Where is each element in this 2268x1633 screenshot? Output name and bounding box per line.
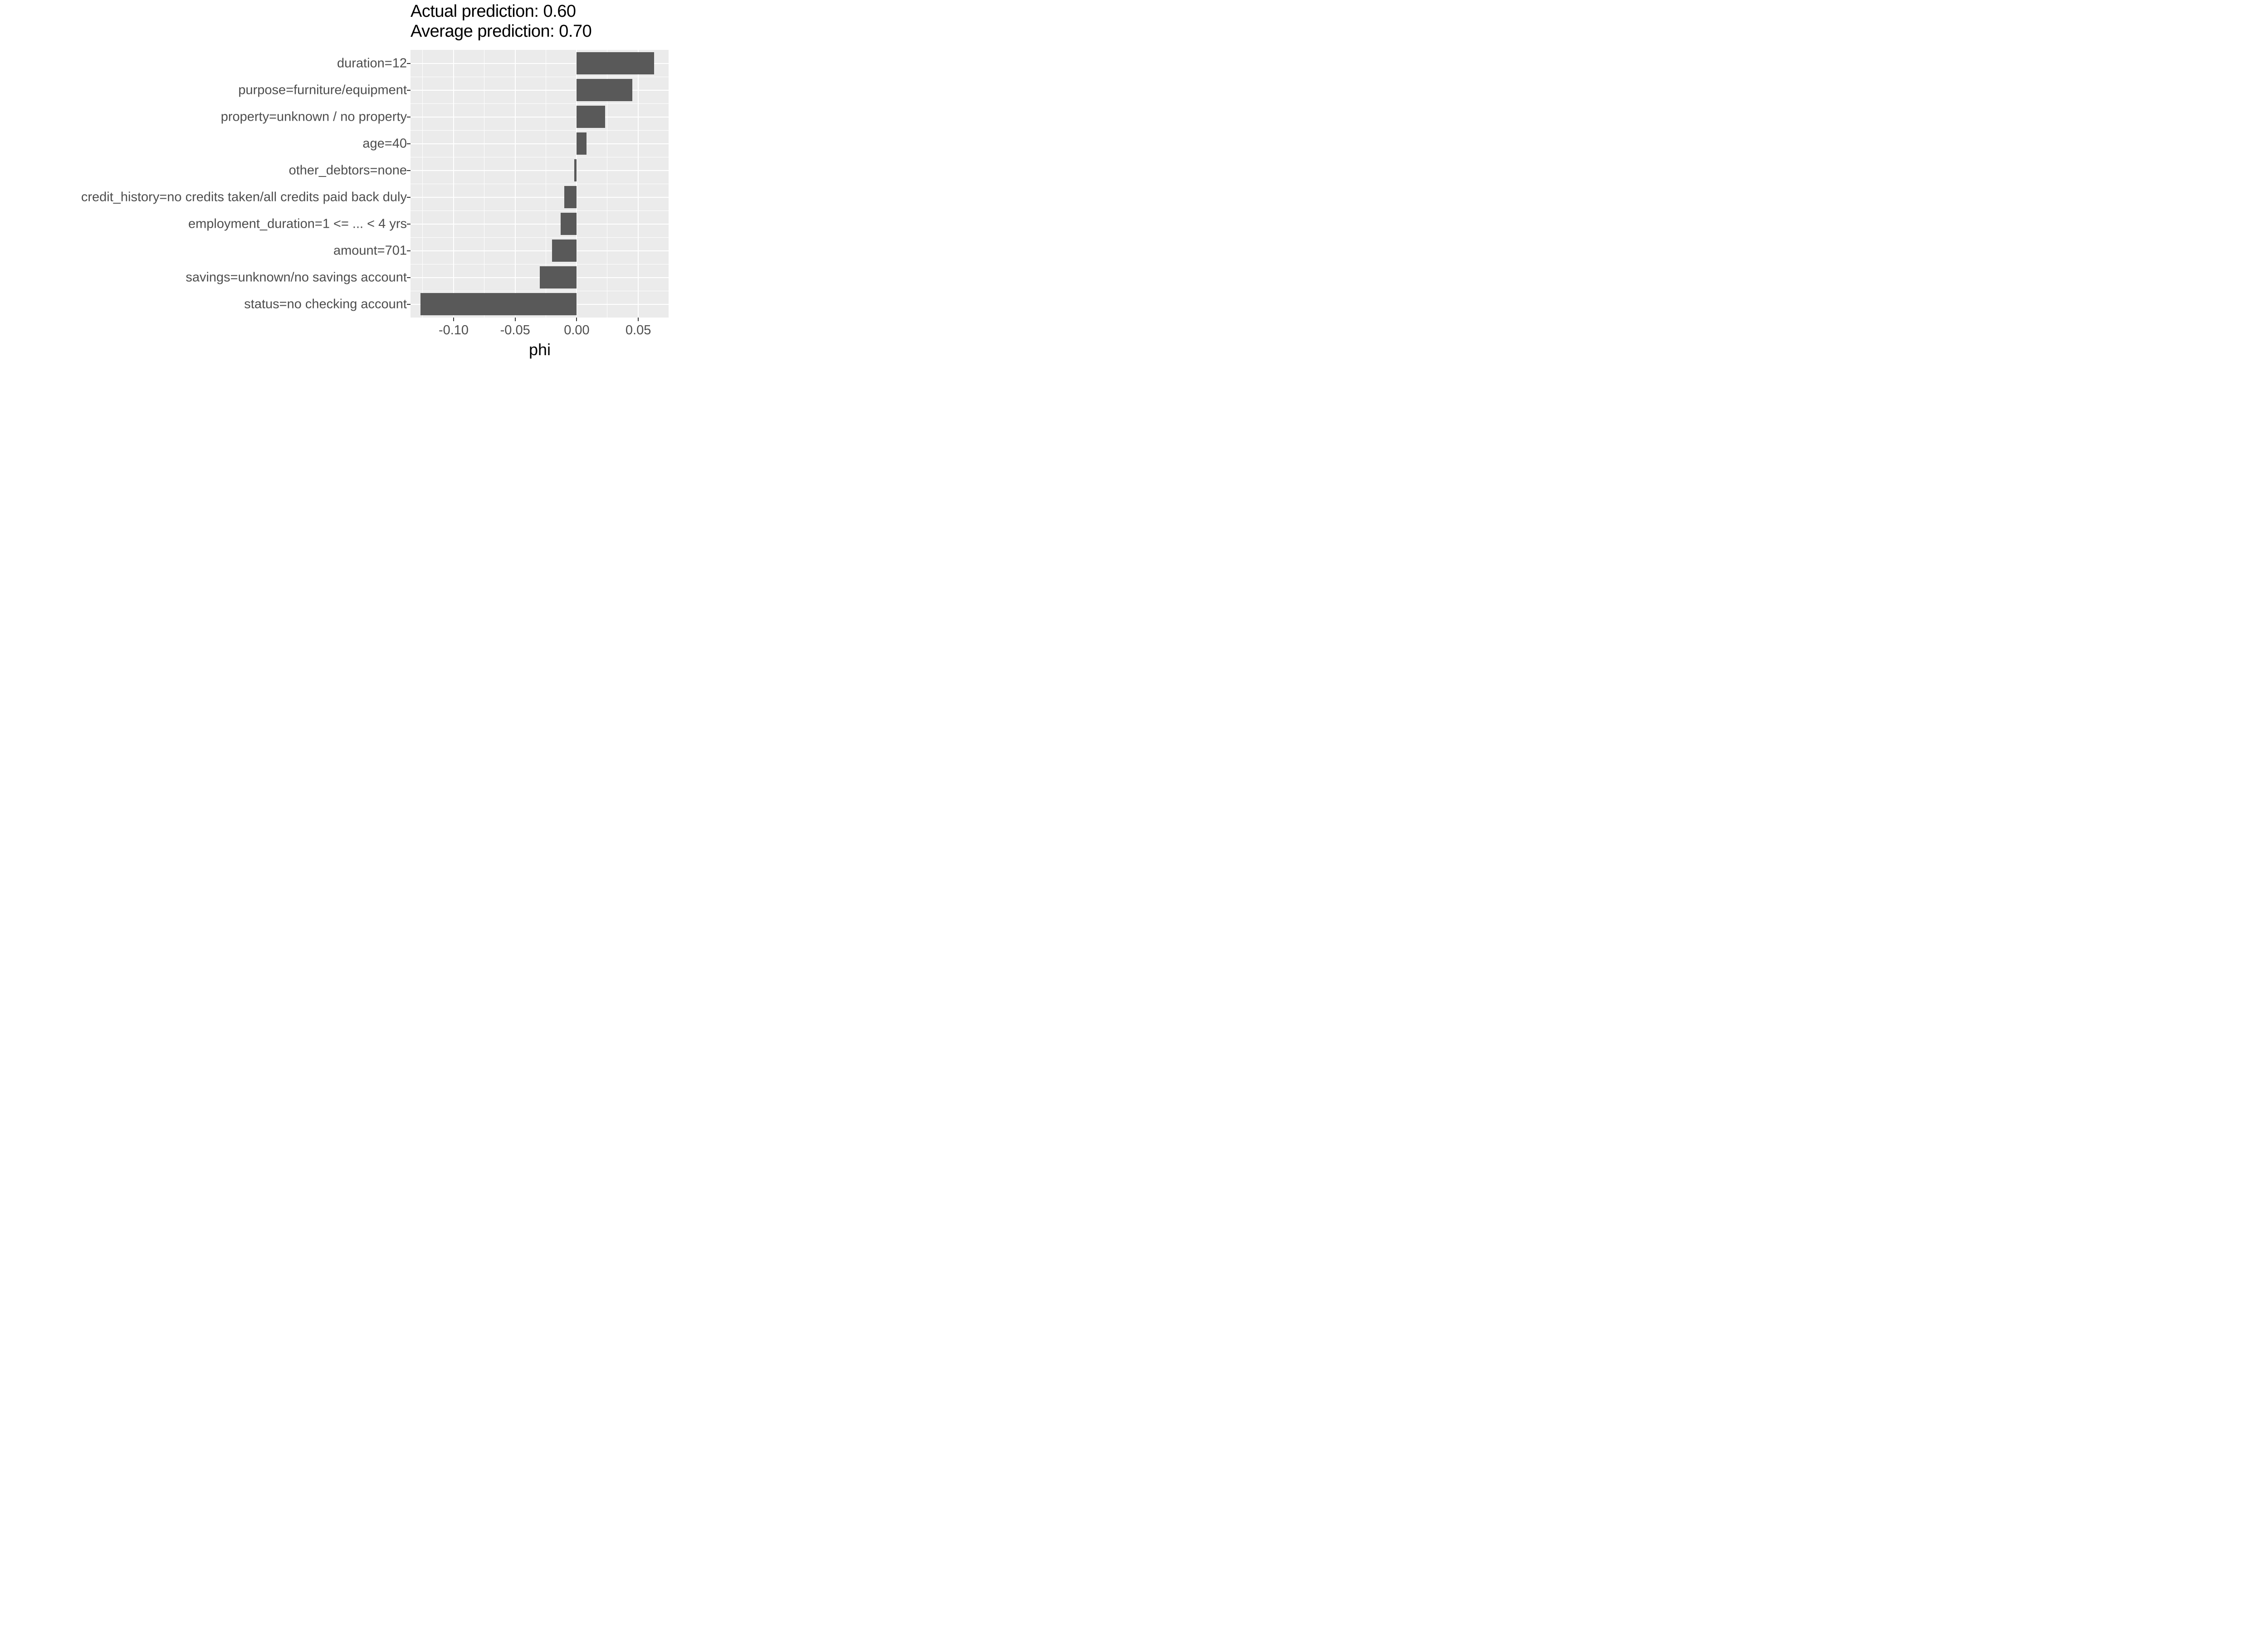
y-tick-mark	[407, 143, 411, 144]
y-tick-mark	[407, 250, 411, 251]
y-tick-label: property=unknown / no property	[0, 109, 407, 124]
gridline-horizontal-minor	[411, 130, 669, 131]
x-tick-label: -0.10	[439, 323, 469, 338]
bar	[564, 186, 577, 208]
bar	[574, 159, 577, 181]
x-tick-mark	[638, 318, 639, 321]
gridline-horizontal	[411, 224, 669, 225]
y-tick-mark	[407, 304, 411, 305]
y-tick-label: age=40	[0, 136, 407, 151]
x-axis-label: phi	[529, 340, 551, 359]
y-tick-label: status=no checking account	[0, 297, 407, 312]
bar	[552, 240, 577, 262]
y-tick-mark	[407, 224, 411, 225]
y-tick-mark	[407, 170, 411, 171]
bar	[420, 293, 577, 315]
y-tick-mark	[407, 90, 411, 91]
x-tick-mark	[515, 318, 516, 321]
bar	[577, 52, 654, 74]
plot-panel	[411, 50, 669, 318]
x-tick-mark	[576, 318, 577, 321]
gridline-horizontal	[411, 170, 669, 171]
gridline-horizontal	[411, 250, 669, 251]
gridline-horizontal	[411, 197, 669, 198]
x-tick-label: 0.05	[626, 323, 651, 338]
x-tick-label: 0.00	[564, 323, 589, 338]
y-tick-mark	[407, 277, 411, 278]
gridline-horizontal-minor	[411, 103, 669, 104]
y-tick-label: other_debtors=none	[0, 163, 407, 178]
chart-title: Actual prediction: 0.60 Average predicti…	[411, 2, 669, 41]
gridline-horizontal-minor	[411, 237, 669, 238]
y-tick-mark	[407, 197, 411, 198]
y-tick-label: duration=12	[0, 56, 407, 71]
bar	[540, 266, 577, 288]
bar	[561, 213, 577, 235]
bar	[577, 106, 605, 128]
gridline-horizontal	[411, 143, 669, 144]
y-tick-label: employment_duration=1 <= ... < 4 yrs	[0, 216, 407, 231]
title-line-2: Average prediction: 0.70	[411, 22, 669, 42]
y-tick-label: savings=unknown/no savings account	[0, 270, 407, 285]
bar	[577, 132, 587, 155]
bar	[577, 79, 632, 101]
y-tick-label: credit_history=no credits taken/all cred…	[0, 190, 407, 205]
gridline-horizontal-minor	[411, 210, 669, 211]
chart-container: Actual prediction: 0.60 Average predicti…	[0, 0, 674, 367]
title-line-1: Actual prediction: 0.60	[411, 2, 669, 22]
y-tick-label: amount=701	[0, 243, 407, 258]
x-tick-mark	[453, 318, 454, 321]
y-tick-label: purpose=furniture/equipment	[0, 83, 407, 98]
y-tick-mark	[407, 63, 411, 64]
x-tick-label: -0.05	[500, 323, 530, 338]
